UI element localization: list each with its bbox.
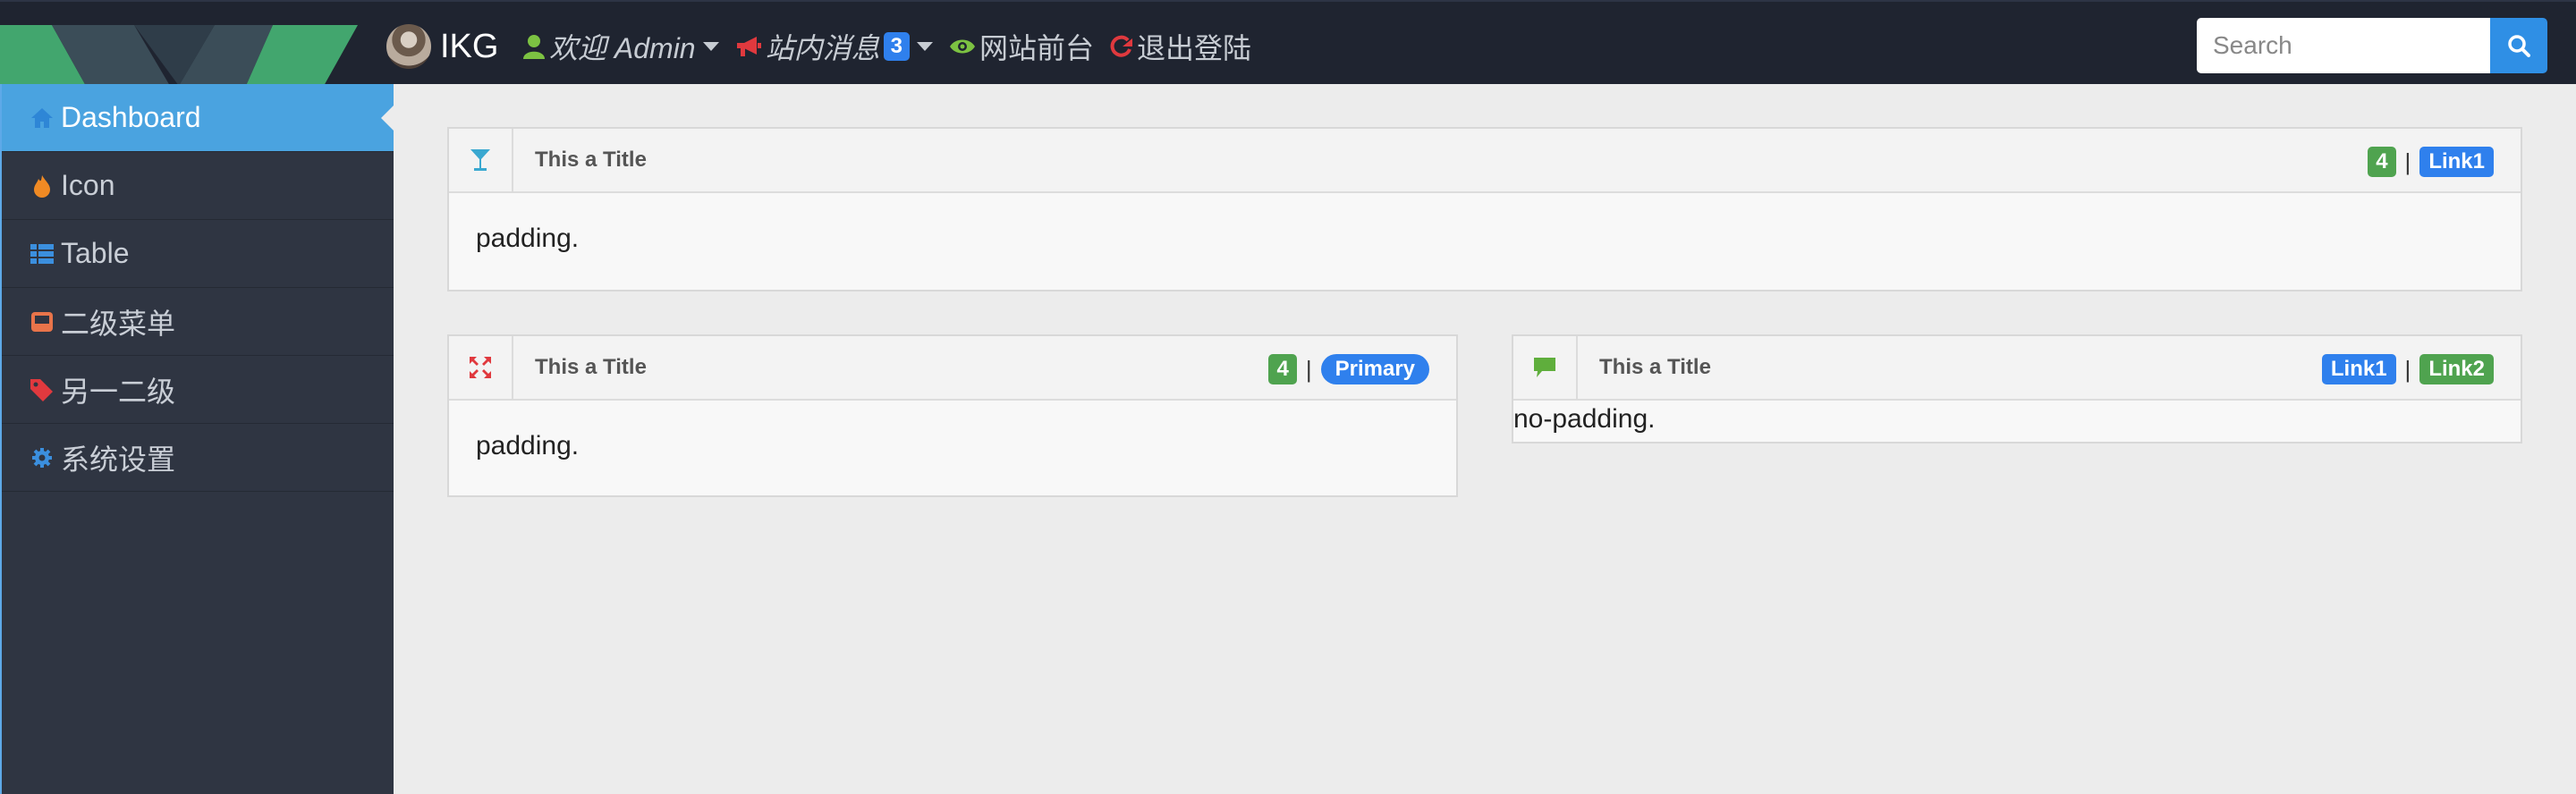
panel-tools: 4 | Link1 [2368,147,2494,177]
frontend-link[interactable]: 网站前台 [949,26,1094,67]
panel-body: padding. [476,431,580,460]
chevron-down-icon [702,42,719,51]
sidebar-item-icon[interactable]: Icon [2,152,394,220]
brand[interactable]: IKG [386,23,498,70]
sidebar-item-label: 另一二级 [61,375,176,408]
link1-button[interactable]: Link1 [2419,147,2494,177]
logout-link[interactable]: 退出登陆 [1110,26,1251,67]
primary-button[interactable]: Primary [1320,354,1429,384]
sidebar-item-label: Dashboard [61,101,201,133]
home-icon [29,107,55,129]
brand-name: IKG [440,27,499,65]
panel-full: This a Title 4 | Link1 padding. [447,127,2522,291]
sidebar-item-dashboard[interactable]: Dashboard [2,84,394,152]
panel-title: This a Title [535,148,647,172]
eye-icon [949,38,976,55]
panel-right: This a Title Link1 | Link2 no-padding. [1512,334,2522,443]
link2-button[interactable]: Link2 [2419,354,2494,384]
search-input[interactable] [2197,18,2490,73]
panel-title: This a Title [1599,355,1711,379]
tags-icon [29,378,55,401]
top-navbar: IKG 欢迎 Admin 站内消息 3 网站前台 退出登陆 Search [0,0,2576,86]
panel-body: no-padding. [1513,404,1656,434]
divider: | [2404,355,2411,383]
panel-body: padding. [476,224,580,253]
sidebar-item-label: Table [61,237,130,269]
chevron-down-icon [916,42,933,51]
inbox-icon [29,311,55,333]
logo-mark[interactable] [0,25,358,86]
user-icon [522,34,546,59]
panel-header: This a Title 4 | Primary [449,336,1456,401]
sidebar-item-label: 系统设置 [61,443,176,476]
gear-icon [29,447,55,469]
top-nav: 欢迎 Admin 站内消息 3 网站前台 退出登陆 [522,23,1267,70]
count-badge: 4 [1268,354,1297,384]
panel-header: This a Title Link1 | Link2 [1513,336,2521,401]
link1-button[interactable]: Link1 [2321,354,2396,384]
user-menu[interactable]: 欢迎 Admin [522,26,719,67]
panel-left: This a Title 4 | Primary padding. [447,334,1458,497]
fire-icon [29,174,55,198]
panel-title: This a Title [535,355,647,379]
avatar [386,24,431,69]
bullhorn-icon [735,35,762,58]
sidebar: Dashboard Icon Table 二级菜单 另一二级 系统设置 [0,84,394,794]
search-button[interactable] [2490,18,2547,73]
panel-header: This a Title 4 | Link1 [449,129,2521,193]
messages-menu[interactable]: 站内消息 3 [735,26,933,67]
divider: | [1305,355,1312,383]
sidebar-item-label: 二级菜单 [61,307,176,340]
table-icon [29,243,55,264]
frontend-label: 网站前台 [979,32,1094,64]
sidebar-item-table[interactable]: Table [2,220,394,288]
divider: | [2404,148,2411,175]
logout-label: 退出登陆 [1137,32,1252,64]
sidebar-item-settings[interactable]: 系统设置 [2,424,394,492]
sidebar-item-label: Icon [61,169,115,201]
messages-count-badge: 3 [883,32,910,61]
count-badge: 4 [2368,147,2396,177]
welcome-text: 欢迎 Admin [549,32,696,64]
panel-tools: Link1 | Link2 [2321,354,2494,384]
panel-tools: 4 | Primary [1268,354,1429,384]
sidebar-item-another[interactable]: 另一二级 [2,356,394,424]
search-icon [2508,35,2530,57]
sidebar-item-submenu[interactable]: 二级菜单 [2,288,394,356]
search-form [2197,18,2547,73]
comment-icon [1513,336,1578,399]
fullscreen-icon [449,336,513,399]
cocktail-icon [449,129,513,191]
messages-label: 站内消息 [765,32,880,64]
logout-icon [1110,35,1133,58]
